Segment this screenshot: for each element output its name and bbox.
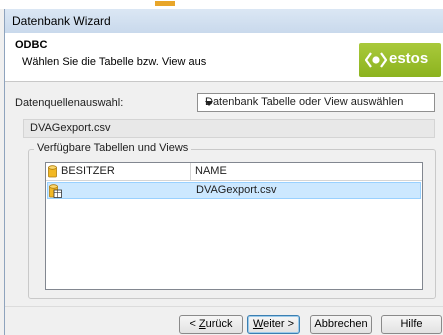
title-bar[interactable]: Datenbank Wizard [5,9,443,34]
list-header: BESITZER NAME [46,163,422,181]
background-window-strip [0,0,443,9]
header-heading: ODBC [15,39,48,51]
column-header-owner[interactable]: BESITZER [61,165,115,177]
column-divider[interactable] [190,163,191,180]
tables-group-label: Verfügbare Tabellen und Views [34,142,192,154]
selected-file-field: DVAGexport.csv [23,119,435,138]
background-folder-icon [155,1,175,6]
cancel-button[interactable]: Abbrechen [310,315,372,334]
database-icon [48,165,57,178]
help-button[interactable]: Hilfe [381,315,442,334]
datasource-selected-value: Datenbank Tabelle oder View auswählen [205,96,404,108]
header-subheading: Wählen Sie die Tabelle bzw. View aus [22,56,207,68]
row-name-cell: DVAGexport.csv [196,184,277,196]
estos-symbol-icon [365,52,387,68]
table-icon [49,184,62,198]
column-header-name[interactable]: NAME [195,165,227,177]
selected-file-value: DVAGexport.csv [30,122,111,134]
tables-listview[interactable]: BESITZER NAME DVAGexport.csv [45,162,423,290]
next-button-accel: W [252,318,264,330]
wizard-window: Datenbank Wizard ODBC Wählen Sie die Tab… [4,9,443,335]
table-row[interactable]: DVAGexport.csv [47,182,421,199]
back-button-label: urück [205,318,233,330]
tables-groupbox: Verfügbare Tabellen und Views BESITZER N… [28,142,436,299]
wizard-header: ODBC Wählen Sie die Tabelle bzw. View au… [5,33,443,82]
back-button[interactable]: < Zurück [179,315,243,334]
footer-divider [5,306,443,307]
window-title: Datenbank Wizard [12,14,111,28]
chevron-down-icon[interactable] [205,101,213,106]
next-button-label: eiter > [263,318,295,330]
back-button-prefix: < [189,318,199,330]
datasource-label: Datenquellenauswahl: [15,97,124,109]
next-button[interactable]: Weiter > [247,315,300,334]
datasource-dropdown[interactable]: Datenbank Tabelle oder View auswählen [197,93,435,112]
logo-text: estos [389,50,429,67]
back-button-accel: Z [198,318,206,330]
estos-logo: estos [359,43,441,77]
